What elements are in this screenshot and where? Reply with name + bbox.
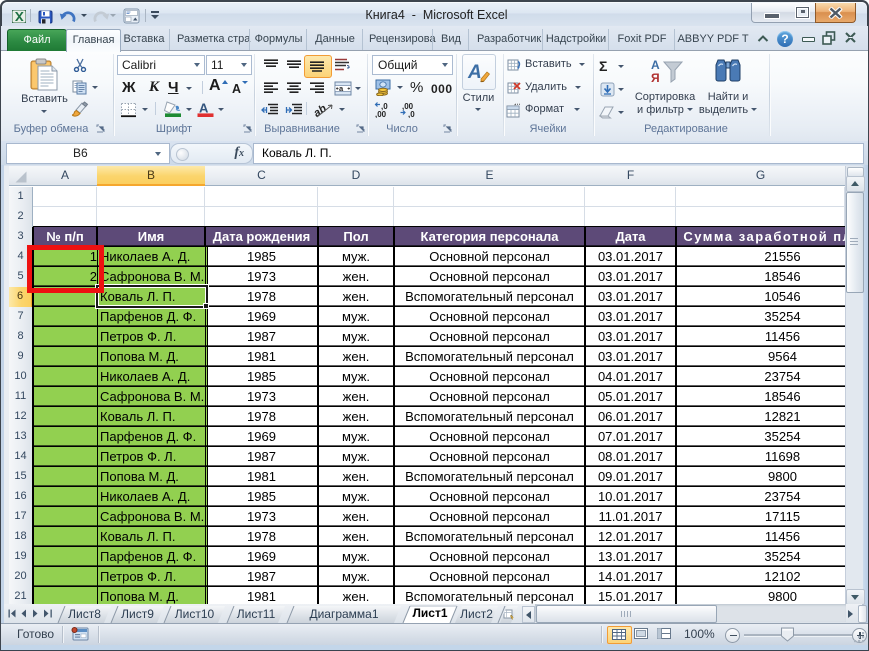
svg-text:А: А: [651, 58, 660, 72]
svg-text:ab: ab: [313, 102, 329, 119]
svg-text:А: А: [467, 62, 482, 83]
svg-text:Я: Я: [651, 71, 660, 85]
svg-text:,0: ,0: [408, 110, 415, 118]
svg-text:A: A: [199, 101, 209, 116]
svg-text:,00: ,00: [375, 110, 387, 118]
